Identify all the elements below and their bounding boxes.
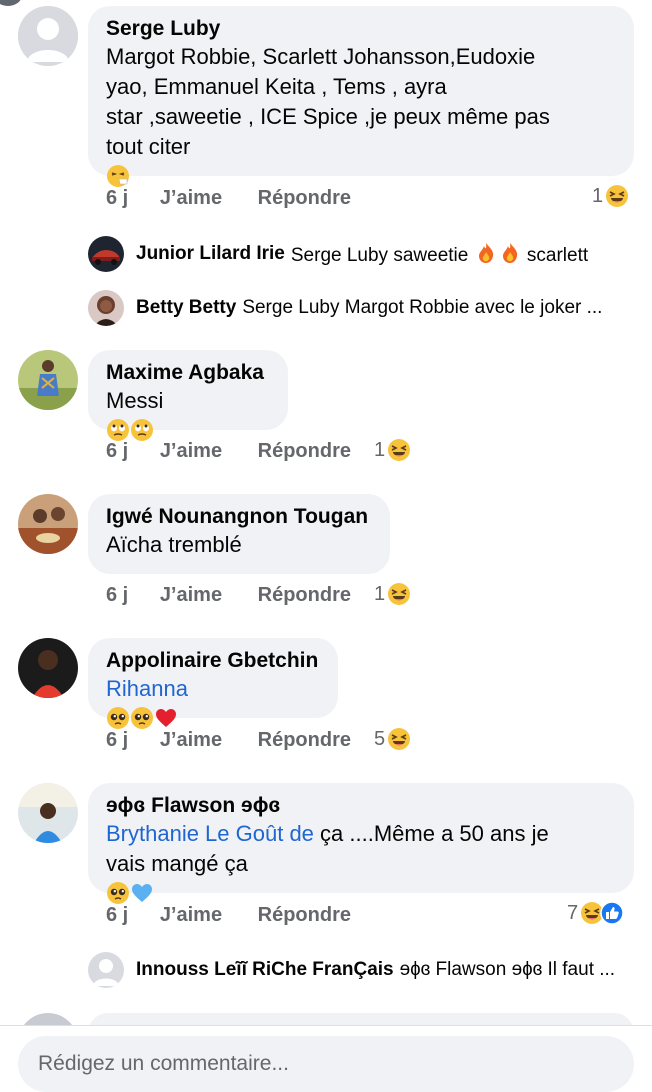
- comment-line: yao, Emmanuel Keita , Tems , ayra: [106, 74, 447, 99]
- avatar-serge-luby[interactable]: [18, 6, 78, 66]
- reply-button[interactable]: Répondre: [258, 584, 351, 606]
- fire-emoji: [474, 241, 498, 265]
- comment-text: Rihanna: [106, 674, 320, 734]
- comment-line: star ,saweetie , ICE Spice ,je peux même…: [106, 104, 550, 129]
- comment-actions: 6 j J’aime Répondre: [106, 184, 351, 212]
- reaction-summary[interactable]: 1: [374, 580, 411, 608]
- like-button[interactable]: J’aime: [160, 440, 222, 462]
- reaction-count: 5: [374, 727, 386, 750]
- portrait-avatar-icon: [18, 638, 78, 698]
- comment-author[interactable]: Maxime Agbaka: [106, 359, 270, 386]
- comment-time[interactable]: 6 j: [106, 440, 128, 462]
- like-button[interactable]: J’aime: [160, 187, 222, 209]
- reply-text: Serge Luby Margot Robbie avec le joker .…: [242, 297, 603, 318]
- portrait-avatar-icon: [18, 783, 78, 843]
- reply-button[interactable]: Répondre: [258, 187, 351, 209]
- portrait-avatar-icon: [18, 494, 78, 554]
- laughing-emoji-icon: [387, 438, 411, 462]
- comment-bubble-maxime-agbaka: Maxime Agbaka Messi: [88, 350, 288, 441]
- like-button[interactable]: J’aime: [160, 584, 222, 606]
- avatar-maxime-agbaka[interactable]: [18, 350, 78, 410]
- mention-link[interactable]: Brythanie Le Goût de: [106, 821, 314, 846]
- reaction-count: 1: [374, 582, 386, 605]
- laughing-emoji-icon: [387, 582, 411, 606]
- avatar-innouss[interactable]: [88, 952, 124, 988]
- reaction-count: 1: [592, 184, 604, 207]
- composer-top-border: [0, 1025, 652, 1026]
- laughing-emoji-icon: [605, 184, 629, 208]
- comment-input[interactable]: [36, 1051, 616, 1077]
- reaction-count: 1: [374, 438, 386, 461]
- mention-link[interactable]: Rihanna: [106, 676, 188, 701]
- comment-text-part: vais mangé ça: [106, 851, 248, 876]
- comment-bubble-serge-luby: Serge Luby Margot Robbie, Scarlett Johan…: [88, 6, 634, 187]
- comment-time[interactable]: 6 j: [106, 584, 128, 606]
- reply-button[interactable]: Répondre: [258, 904, 351, 926]
- portrait-avatar-icon: [88, 290, 124, 326]
- reply-row: Junior Lilard Irie Serge Luby saweetie s…: [88, 236, 634, 272]
- reply-author[interactable]: Innouss Leĩĩ RiChe FranÇais: [136, 959, 394, 981]
- comment-line: tout citer: [106, 134, 191, 159]
- like-icon: [600, 901, 624, 925]
- reply-row: Betty Betty Serge Luby Margot Robbie ave…: [88, 290, 634, 326]
- avatar-betty-betty[interactable]: [88, 290, 124, 326]
- reaction-summary[interactable]: 7: [567, 899, 624, 927]
- comment-bubble-igwe-nounangnon-tougan: Igwé Nounangnon Tougan Aïcha tremblé: [88, 494, 390, 574]
- comment-line: Margot Robbie, Scarlett Johansson,Eudoxi…: [106, 44, 536, 69]
- avatar-appolinaire-gbetchin[interactable]: [18, 638, 78, 698]
- comment-author[interactable]: Serge Luby: [106, 15, 616, 42]
- comment-author[interactable]: Igwé Nounangnon Tougan: [106, 503, 372, 530]
- comment-author[interactable]: ɘɸɞ Flawson ɘɸɞ: [106, 792, 616, 819]
- partial-icon: [0, 0, 22, 6]
- comment-text: Brythanie Le Goût de ça ....Même a 50 an…: [106, 819, 616, 909]
- reply-button[interactable]: Répondre: [258, 440, 351, 462]
- comment-author[interactable]: Appolinaire Gbetchin: [106, 647, 320, 674]
- reply-text: ɘɸɞ Flawson ɘɸɞ Il faut ...: [399, 959, 616, 980]
- comment-actions: 6 j J’aime Répondre: [106, 581, 351, 609]
- like-button[interactable]: J’aime: [160, 729, 222, 751]
- portrait-avatar-icon: [18, 350, 78, 410]
- default-avatar-icon: [18, 6, 78, 66]
- reply-text: Serge Luby saweetie scarlett: [291, 241, 588, 267]
- comment-time[interactable]: 6 j: [106, 904, 128, 926]
- comment-actions: 6 j J’aime Répondre: [106, 901, 351, 929]
- reply-button[interactable]: Répondre: [258, 729, 351, 751]
- comment-text: Aïcha tremblé: [106, 532, 242, 557]
- comment-text-part: ça ....Même a 50 ans je: [313, 821, 549, 846]
- comment-text-value: Messi: [106, 388, 164, 413]
- reply-author[interactable]: Betty Betty: [136, 297, 236, 319]
- like-button[interactable]: J’aime: [160, 904, 222, 926]
- comment-actions: 6 j J’aime Répondre: [106, 726, 351, 754]
- reply-row: Innouss Leĩĩ RiChe FranÇais ɘɸɞ Flawson …: [88, 952, 634, 988]
- default-avatar-icon: [88, 952, 124, 988]
- reaction-summary[interactable]: 1: [374, 436, 411, 464]
- comment-bubble-appolinaire-gbetchin: Appolinaire Gbetchin Rihanna: [88, 638, 338, 729]
- fire-emoji: [498, 241, 522, 265]
- comment-time[interactable]: 6 j: [106, 187, 128, 209]
- laughing-emoji-icon: [387, 727, 411, 751]
- reaction-summary[interactable]: 1: [592, 182, 629, 210]
- reply-text-part: Serge Luby saweetie: [290, 245, 469, 266]
- comment-actions: 6 j J’aime Répondre: [106, 437, 351, 465]
- comment-bubble-flawson: ɘɸɞ Flawson ɘɸɞ Brythanie Le Goût de ça …: [88, 783, 634, 904]
- comment-time[interactable]: 6 j: [106, 729, 128, 751]
- reply-author[interactable]: Junior Lilard Irie: [136, 243, 285, 265]
- reaction-count: 7: [567, 901, 579, 924]
- avatar-igwe-nounangnon-tougan[interactable]: [18, 494, 78, 554]
- avatar-junior-lilard-irie[interactable]: [88, 236, 124, 272]
- reaction-summary[interactable]: 5: [374, 725, 411, 753]
- avatar-flawson[interactable]: [18, 783, 78, 843]
- comment-text: Margot Robbie, Scarlett Johansson,Eudoxi…: [106, 42, 616, 192]
- comment-composer[interactable]: [18, 1036, 634, 1092]
- car-avatar-icon: [88, 236, 124, 272]
- reply-text-part: scarlett: [526, 245, 589, 266]
